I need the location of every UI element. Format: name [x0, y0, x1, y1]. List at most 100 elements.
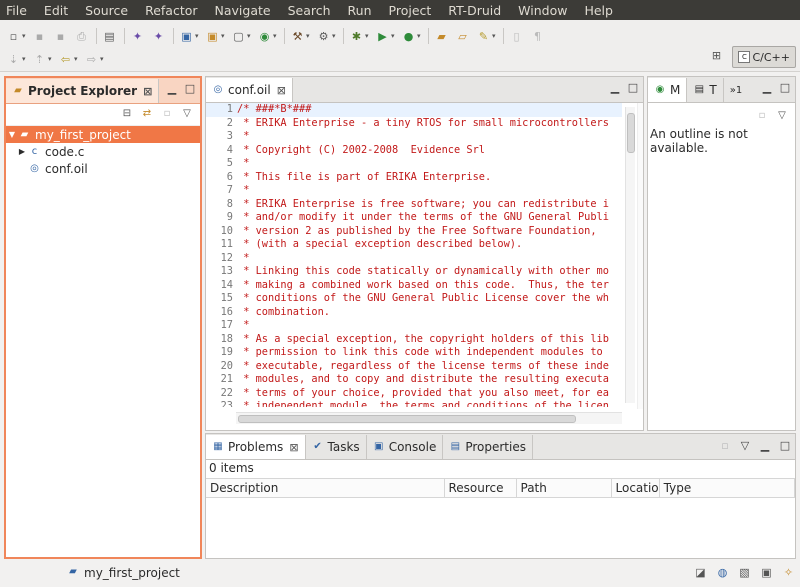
back-icon[interactable]: ⇦ [58, 52, 73, 67]
search-dropdown-icon[interactable]: ▾ [492, 29, 498, 44]
open-folder-icon[interactable]: ▱ [455, 29, 470, 44]
expand-arrow-icon[interactable]: ▼ [6, 130, 18, 139]
close-icon[interactable]: ⊠ [289, 441, 298, 454]
tree-item-project[interactable]: ▼ ▰ my_first_project [6, 126, 200, 143]
maximize-icon[interactable]: □ [779, 82, 791, 94]
expand-arrow-icon[interactable]: ▶ [16, 147, 28, 156]
make-target-icon[interactable]: ⚙ [316, 29, 331, 44]
new-file-dropdown-icon[interactable]: ▾ [247, 29, 253, 44]
tab-overflow[interactable]: »1 [724, 78, 748, 102]
wizard-icon[interactable]: ✦ [130, 29, 145, 44]
maximize-icon[interactable]: □ [779, 439, 791, 452]
overview-ruler[interactable] [637, 103, 643, 409]
tab-properties[interactable]: ▤ Properties [443, 435, 533, 459]
new-dropdown-icon[interactable]: ▾ [22, 29, 28, 44]
column-resource[interactable]: Resource [444, 478, 517, 498]
external-tools-icon[interactable]: ● [401, 29, 416, 44]
menu-refactor[interactable]: Refactor [145, 3, 197, 18]
run-icon[interactable]: ▶ [375, 29, 390, 44]
new-file-icon[interactable]: ▢ [231, 29, 246, 44]
debug-dropdown-icon[interactable]: ▾ [365, 29, 371, 44]
menu-file[interactable]: File [6, 3, 27, 18]
prev-annotation-icon[interactable]: ⇡ [32, 52, 47, 67]
focus-icon[interactable]: ▫ [719, 439, 731, 452]
menu-rt-druid[interactable]: RT-Druid [448, 3, 501, 18]
save-all-icon[interactable]: ▪ [53, 29, 68, 44]
globe-icon[interactable]: ◍ [715, 566, 730, 581]
new-c-project-icon[interactable]: ▣ [179, 29, 194, 44]
tab-conf-oil[interactable]: ◎ conf.oil ⊠ [206, 78, 293, 102]
minimize-icon[interactable]: ▁ [761, 82, 773, 94]
wizard2-icon[interactable]: ✦ [151, 29, 166, 44]
view-menu-icon[interactable]: ▽ [739, 439, 751, 452]
next-annotation-dropdown-icon[interactable]: ▾ [22, 52, 28, 67]
tab-problems[interactable]: ▦ Problems ⊠ [206, 435, 306, 459]
build-all-icon[interactable]: ▤ [102, 29, 117, 44]
menu-search[interactable]: Search [288, 3, 331, 18]
column-location[interactable]: Locatio [611, 478, 660, 498]
new-class-dropdown-icon[interactable]: ▾ [273, 29, 279, 44]
horizontal-scrollbar[interactable] [236, 412, 622, 424]
maximize-icon[interactable]: □ [627, 82, 639, 94]
open-perspective-icon[interactable]: ⊞ [708, 49, 724, 65]
minimize-icon[interactable]: ▁ [166, 83, 178, 95]
menu-source[interactable]: Source [85, 3, 128, 18]
code-text-area[interactable]: 1 /* ###*B*### 2 * ERIKA Enterprise - a ti… [206, 103, 622, 407]
menu-help[interactable]: Help [584, 3, 613, 18]
menu-window[interactable]: Window [518, 3, 567, 18]
print-icon[interactable]: ⎙ [74, 29, 89, 44]
new-icon[interactable]: ▫ [6, 29, 21, 44]
external-tools-dropdown-icon[interactable]: ▾ [417, 29, 423, 44]
toggle-mark-icon[interactable]: ▯ [509, 29, 524, 44]
tab-make-targets[interactable]: ◉ M [648, 78, 688, 102]
fast-view-icon[interactable]: ◪ [693, 566, 708, 581]
menu-edit[interactable]: Edit [44, 3, 68, 18]
new-folder-icon[interactable]: ▣ [205, 29, 220, 44]
view-menu-icon[interactable]: ▽ [775, 110, 789, 121]
tab-project-explorer[interactable]: ▰ Project Explorer ⊠ [6, 79, 160, 103]
back-dropdown-icon[interactable]: ▾ [74, 52, 80, 67]
make-dropdown-icon[interactable]: ▾ [332, 29, 338, 44]
run-dropdown-icon[interactable]: ▾ [391, 29, 397, 44]
hammer-build-icon[interactable]: ⚒ [290, 29, 305, 44]
menu-project[interactable]: Project [389, 3, 432, 18]
next-annotation-icon[interactable]: ⇣ [6, 52, 21, 67]
vertical-scrollbar[interactable] [625, 107, 635, 403]
focus-icon[interactable]: ▫ [160, 108, 174, 122]
debug-icon[interactable]: ✱ [349, 29, 364, 44]
scrollbar-thumb[interactable] [627, 113, 635, 153]
console-icon[interactable]: ▣ [759, 566, 774, 581]
tree-item-conf-oil[interactable]: ◎ conf.oil [6, 160, 200, 177]
collapse-all-icon[interactable]: ⊟ [120, 108, 134, 122]
new-folder-dropdown-icon[interactable]: ▾ [221, 29, 227, 44]
open-type-icon[interactable]: ▰ [434, 29, 449, 44]
forward-icon[interactable]: ⇨ [84, 52, 99, 67]
column-path[interactable]: Path [516, 478, 612, 498]
minimize-icon[interactable]: ▁ [609, 82, 621, 94]
perspective-cpp-button[interactable]: C C/C++ [732, 46, 796, 68]
image-icon[interactable]: ▧ [737, 566, 752, 581]
tab-console[interactable]: ▣ Console [367, 435, 444, 459]
view-menu-icon[interactable]: ▽ [180, 108, 194, 122]
menu-navigate[interactable]: Navigate [215, 3, 271, 18]
build-dropdown-icon[interactable]: ▾ [306, 29, 312, 44]
focus-icon[interactable]: ▫ [755, 110, 769, 121]
tree-item-code-c[interactable]: ▶ c code.c [6, 143, 200, 160]
link-with-editor-icon[interactable]: ⇄ [140, 108, 154, 122]
column-description[interactable]: Description [206, 478, 445, 498]
new-class-icon[interactable]: ◉ [257, 29, 272, 44]
column-type[interactable]: Type [659, 478, 796, 498]
save-icon[interactable]: ▪ [32, 29, 47, 44]
maximize-icon[interactable]: □ [184, 83, 196, 95]
close-icon[interactable]: ⊠ [277, 84, 286, 97]
tab-task-list[interactable]: ▤ T [687, 78, 724, 102]
search-icon[interactable]: ✎ [476, 29, 491, 44]
tab-tasks[interactable]: ✔ Tasks [306, 435, 367, 459]
close-icon[interactable]: ⊠ [143, 85, 152, 98]
prev-annotation-dropdown-icon[interactable]: ▾ [48, 52, 54, 67]
scrollbar-thumb[interactable] [238, 415, 576, 423]
new-project-dropdown-icon[interactable]: ▾ [195, 29, 201, 44]
show-whitespace-icon[interactable]: ¶ [530, 29, 545, 44]
minimize-icon[interactable]: ▁ [759, 439, 771, 452]
menu-run[interactable]: Run [348, 3, 372, 18]
